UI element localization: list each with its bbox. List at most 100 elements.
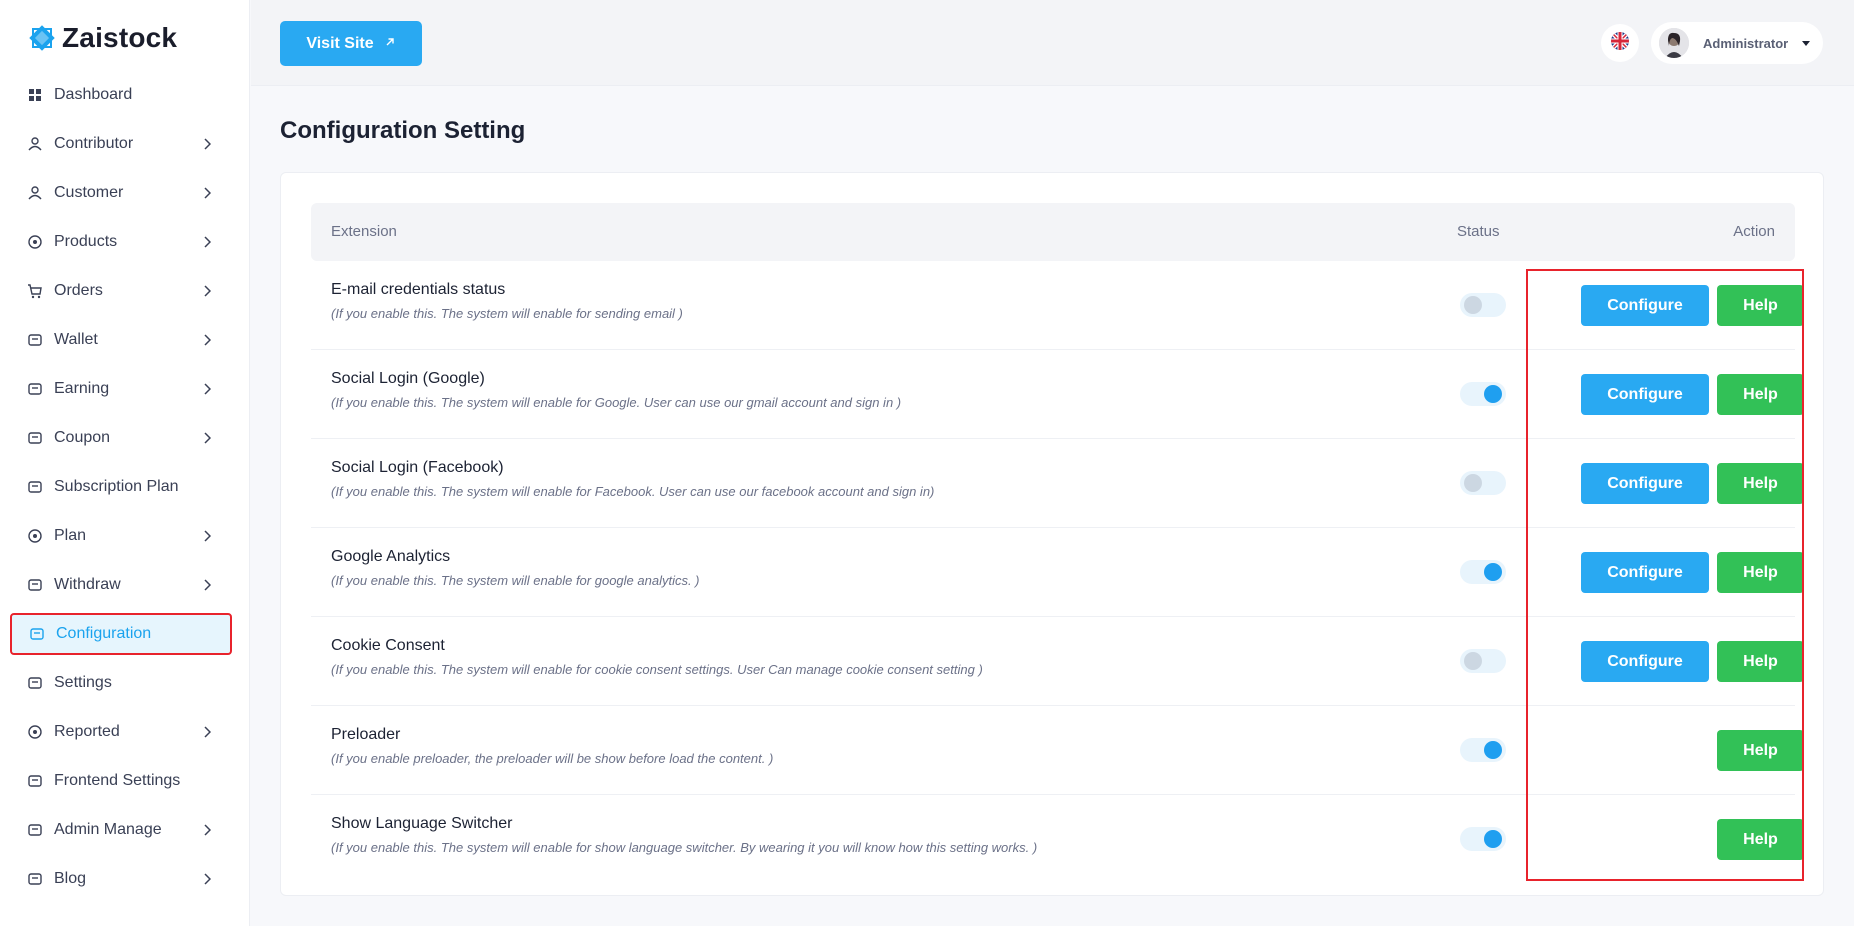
topbar: Visit Site Administrator <box>251 0 1854 86</box>
configure-button[interactable]: Configure <box>1581 374 1709 415</box>
sidebar-item-coupon[interactable]: Coupon <box>10 417 232 459</box>
extension-description: (If you enable this. The system will ena… <box>331 395 902 410</box>
customer-icon <box>26 184 44 202</box>
status-toggle[interactable] <box>1460 382 1506 406</box>
sidebar-item-dashboard[interactable]: Dashboard <box>10 74 232 116</box>
language-switcher[interactable] <box>1601 24 1639 62</box>
sidebar: Zaistock Dashboard Contributor Customer Pro… <box>0 0 250 926</box>
contributor-icon <box>26 135 44 153</box>
help-button[interactable]: Help <box>1717 819 1804 860</box>
sidebar-item-label: Blog <box>54 870 87 887</box>
plan-icon <box>26 527 44 545</box>
sidebar-item-earning[interactable]: Earning <box>10 368 232 410</box>
status-toggle[interactable] <box>1460 471 1506 495</box>
configure-button[interactable]: Configure <box>1581 641 1709 682</box>
extension-description: (If you enable this. The system will ena… <box>331 840 1038 855</box>
table-header: Extension Status Action <box>311 203 1795 261</box>
brand-logo[interactable]: Zaistock <box>28 22 177 54</box>
sidebar-item-customer[interactable]: Customer <box>10 172 232 214</box>
sidebar-item-configuration[interactable]: Configuration <box>10 613 232 655</box>
extension-description: (If you enable this. The system will ena… <box>331 662 983 677</box>
status-toggle[interactable] <box>1460 560 1506 584</box>
sidebar-item-label: Wallet <box>54 331 98 348</box>
chevron-right-icon <box>200 333 214 347</box>
toggle-knob <box>1484 830 1502 848</box>
sidebar-item-label: Frontend Settings <box>54 772 181 789</box>
table-row: Social Login (Google) (If you enable this… <box>311 350 1804 439</box>
status-toggle[interactable] <box>1460 738 1506 762</box>
chevron-right-icon <box>200 725 214 739</box>
chevron-right-icon <box>200 382 214 396</box>
help-button[interactable]: Help <box>1717 730 1804 771</box>
withdraw-icon <box>26 576 44 594</box>
configuration-icon <box>28 625 46 643</box>
dashboard-icon <box>26 86 44 104</box>
toggle-knob <box>1484 385 1502 403</box>
status-toggle[interactable] <box>1460 649 1506 673</box>
extension-title: Google Analytics <box>331 548 451 565</box>
sidebar-item-settings[interactable]: Settings <box>10 662 232 704</box>
sidebar-item-contributor[interactable]: Contributor <box>10 123 232 165</box>
sidebar-item-label: Subscription Plan <box>54 478 179 495</box>
chevron-right-icon <box>200 431 214 445</box>
help-button[interactable]: Help <box>1717 463 1804 504</box>
chevron-right-icon <box>200 284 214 298</box>
settings-icon <box>26 674 44 692</box>
extension-title: Cookie Consent <box>331 637 445 654</box>
sidebar-item-reported[interactable]: Reported <box>10 711 232 753</box>
coupon-icon <box>26 429 44 447</box>
logo-icon <box>28 24 56 52</box>
header-action: Action <box>1733 223 1775 240</box>
cart-icon <box>26 282 44 300</box>
page-title: Configuration Setting <box>280 117 526 144</box>
sidebar-item-subscription-plan[interactable]: Subscription Plan <box>10 466 232 508</box>
wallet-icon <box>26 331 44 349</box>
status-toggle[interactable] <box>1460 293 1506 317</box>
sidebar-item-label: Reported <box>54 723 120 740</box>
status-toggle[interactable] <box>1460 827 1506 851</box>
sidebar-item-label: Coupon <box>54 429 111 446</box>
chevron-right-icon <box>200 823 214 837</box>
extension-title: Show Language Switcher <box>331 815 513 832</box>
sidebar-item-orders[interactable]: Orders <box>10 270 232 312</box>
user-name: Administrator <box>1703 35 1789 51</box>
toggle-knob <box>1484 563 1502 581</box>
sidebar-item-frontend-settings[interactable]: Frontend Settings <box>10 760 232 802</box>
sidebar-item-wallet[interactable]: Wallet <box>10 319 232 361</box>
uk-flag-icon <box>1610 31 1630 56</box>
sidebar-item-label: Admin Manage <box>54 821 162 838</box>
sidebar-item-plan[interactable]: Plan <box>10 515 232 557</box>
sidebar-item-label: Plan <box>54 527 87 544</box>
sidebar-item-admin-manage[interactable]: Admin Manage <box>10 809 232 851</box>
sidebar-item-products[interactable]: Products <box>10 221 232 263</box>
extension-title: Social Login (Facebook) <box>331 459 504 476</box>
chevron-right-icon <box>200 235 214 249</box>
brand-name: Zaistock <box>62 22 178 53</box>
toggle-knob <box>1464 652 1482 670</box>
extension-title: Preloader <box>331 726 401 743</box>
help-button[interactable]: Help <box>1717 641 1804 682</box>
table-row: Cookie Consent (If you enable this. The s… <box>311 617 1804 706</box>
avatar <box>1659 28 1689 58</box>
products-icon <box>26 233 44 251</box>
visit-site-button[interactable]: Visit Site <box>280 21 422 66</box>
chevron-right-icon <box>200 872 214 886</box>
chevron-right-icon <box>200 529 214 543</box>
sidebar-item-withdraw[interactable]: Withdraw <box>10 564 232 606</box>
help-button[interactable]: Help <box>1717 285 1804 326</box>
extension-description: (If you enable this. The system will ena… <box>331 573 700 588</box>
user-menu[interactable]: Administrator <box>1651 22 1823 64</box>
table-row: Preloader (If you enable preloader, the p… <box>311 706 1804 795</box>
frontend-icon <box>26 772 44 790</box>
sidebar-item-label: Products <box>54 233 118 250</box>
help-button[interactable]: Help <box>1717 374 1804 415</box>
sidebar-item-label: Dashboard <box>54 86 133 103</box>
configure-button[interactable]: Configure <box>1581 463 1709 504</box>
extension-description: (If you enable this. The system will ena… <box>331 306 683 321</box>
table-row: Show Language Switcher (If you enable thi… <box>311 795 1804 884</box>
help-button[interactable]: Help <box>1717 552 1804 593</box>
chevron-right-icon <box>200 137 214 151</box>
configure-button[interactable]: Configure <box>1581 552 1709 593</box>
configure-button[interactable]: Configure <box>1581 285 1709 326</box>
sidebar-item-blog[interactable]: Blog <box>10 858 232 900</box>
